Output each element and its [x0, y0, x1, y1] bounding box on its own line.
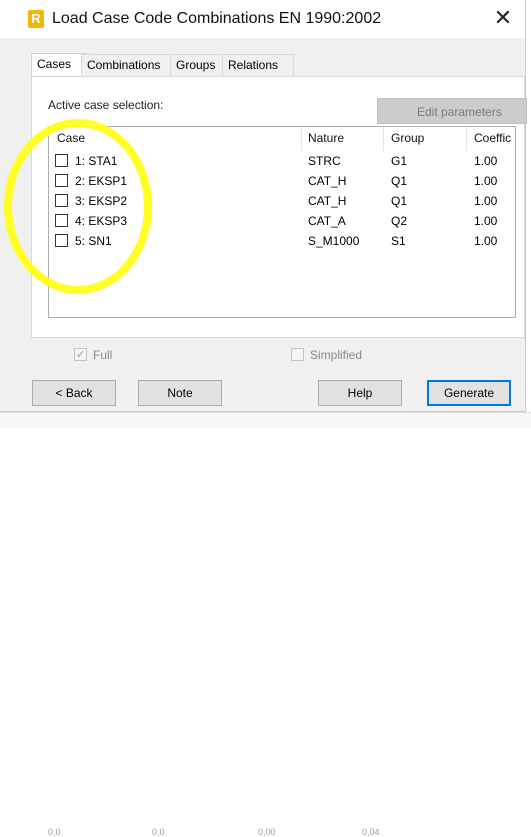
case-group: Q2 [391, 214, 408, 228]
column-header-case[interactable]: Case [57, 131, 85, 145]
active-case-selection-label: Active case selection: [48, 98, 164, 112]
case-row[interactable]: 2: EKSP1 CAT_H Q1 1.00 [49, 171, 515, 191]
generate-button[interactable]: Generate [427, 380, 511, 406]
case-checkbox[interactable] [55, 234, 68, 247]
full-label: Full [93, 348, 113, 362]
background-cell: 0,04 [362, 827, 380, 837]
edit-parameters-button[interactable]: Edit parameters [377, 98, 527, 124]
load-case-combinations-dialog: R Load Case Code Combinations EN 1990:20… [0, 0, 527, 412]
cases-tab-panel: Active case selection: Edit parameters C… [31, 76, 527, 338]
simplified-checkbox [291, 348, 304, 361]
window-title: Load Case Code Combinations EN 1990:2002 [52, 10, 382, 27]
case-coefficient: 1.00 [474, 154, 498, 168]
back-button[interactable]: < Back [32, 380, 116, 406]
case-group: G1 [391, 154, 408, 168]
column-header-coefficient[interactable]: Coeffic [474, 131, 511, 145]
case-coefficient: 1.00 [474, 174, 498, 188]
case-nature: CAT_A [308, 214, 346, 228]
close-button[interactable]: ✕ [488, 5, 518, 33]
note-button[interactable]: Note [138, 380, 222, 406]
case-row[interactable]: 3: EKSP2 CAT_H Q1 1.00 [49, 191, 515, 211]
background-cell: 0,0 [152, 827, 165, 837]
full-checkbox: ✓ [74, 348, 87, 361]
column-header-nature[interactable]: Nature [308, 131, 344, 145]
tab-relations[interactable]: Relations [222, 54, 294, 76]
tab-groups[interactable]: Groups [170, 54, 228, 76]
help-button[interactable]: Help [318, 380, 402, 406]
case-nature: STRC [308, 154, 341, 168]
case-coefficient: 1.00 [474, 194, 498, 208]
case-list[interactable]: Case Nature Group Coeffic 1: STA1 STRC G… [48, 126, 516, 318]
case-checkbox[interactable] [55, 194, 68, 207]
column-separator[interactable] [466, 127, 467, 151]
case-name: 1: STA1 [75, 154, 118, 168]
case-row[interactable]: 1: STA1 STRC G1 1.00 [49, 151, 515, 171]
case-row[interactable]: 5: SN1 S_M1000 S1 1.00 [49, 231, 515, 251]
background-cell: 0,0 [48, 827, 61, 837]
title-bar: R Load Case Code Combinations EN 1990:20… [0, 0, 525, 38]
case-nature: CAT_H [308, 194, 347, 208]
case-checkbox[interactable] [55, 214, 68, 227]
background-cell: 0,00 [258, 827, 276, 837]
column-separator[interactable] [383, 127, 384, 151]
case-group: Q1 [391, 194, 408, 208]
case-coefficient: 1.00 [474, 234, 498, 248]
case-coefficient: 1.00 [474, 214, 498, 228]
column-header-group[interactable]: Group [391, 131, 424, 145]
case-nature: S_M1000 [308, 234, 360, 248]
case-group: S1 [391, 234, 406, 248]
case-name: 3: EKSP2 [75, 194, 128, 208]
case-group: Q1 [391, 174, 408, 188]
case-checkbox[interactable] [55, 174, 68, 187]
case-name: 2: EKSP1 [75, 174, 128, 188]
background-row-strip: 0,0 0,0 0,00 0,04 [0, 412, 531, 837]
case-name: 5: SN1 [75, 234, 112, 248]
simplified-option: Simplified [291, 348, 381, 362]
app-logo-icon: R [28, 10, 44, 28]
case-checkbox[interactable] [55, 154, 68, 167]
tab-combinations[interactable]: Combinations [81, 54, 175, 76]
case-name: 4: EKSP3 [75, 214, 128, 228]
simplified-label: Simplified [310, 348, 363, 362]
column-separator[interactable] [301, 127, 302, 151]
full-option: ✓ Full [74, 348, 134, 362]
case-row[interactable]: 4: EKSP3 CAT_A Q2 1.00 [49, 211, 515, 231]
case-nature: CAT_H [308, 174, 347, 188]
case-list-header: Case Nature Group Coeffic [49, 127, 515, 151]
